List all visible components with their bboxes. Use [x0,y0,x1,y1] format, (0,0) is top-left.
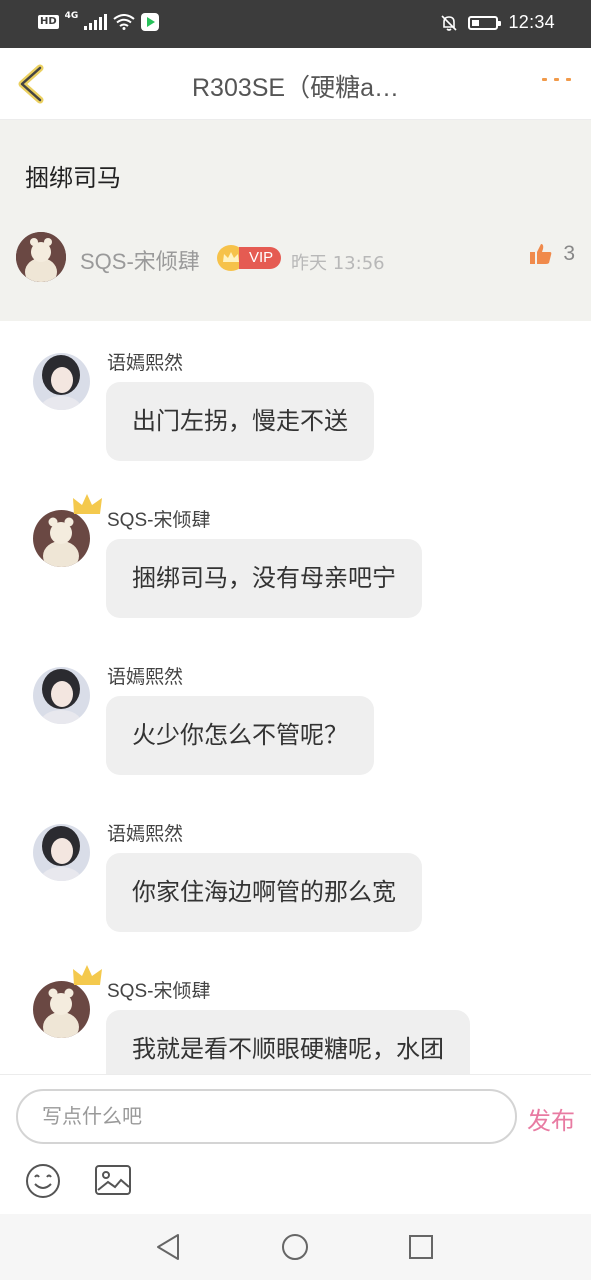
list-item: SQS-宋倾肆 捆绑司马，没有母亲吧宁 [0,478,591,618]
nav-back-icon[interactable] [152,1230,186,1264]
comment-bubble[interactable]: 出门左拐，慢走不送 [106,382,374,461]
top-nav-bar: R303SE（硬糖a… [0,48,591,120]
post-card: 捆绑司马 SQS-宋倾肆 VIP 昨天 13:56 3 [0,120,591,321]
avatar[interactable] [33,667,90,724]
avatar[interactable] [33,510,90,567]
comment-bubble[interactable]: 火少你怎么不管呢？ [106,696,374,775]
status-time: 12:34 [508,12,555,32]
post-time: 昨天 13:56 [291,253,385,274]
comment-bubble[interactable]: 你家住海边啊管的那么宽 [106,853,422,932]
status-left: HD 4G [38,11,160,31]
hd-icon: HD [38,15,59,29]
avatar[interactable] [33,353,90,410]
publish-button[interactable]: 发布 [527,1101,575,1136]
list-item: 语嫣熙然 火少你怎么不管呢？ [0,635,591,775]
comment-bubble[interactable]: 捆绑司马，没有母亲吧宁 [106,539,422,618]
avatar[interactable] [33,981,90,1038]
avatar[interactable] [16,232,66,282]
comment-input-bar: 写点什么吧 发布 [0,1074,591,1214]
like-count: 3 [563,242,575,265]
comment-author[interactable]: SQS-宋倾肆 [107,505,210,532]
like-button[interactable]: 3 [529,242,575,266]
comment-author[interactable]: SQS-宋倾肆 [107,976,210,1003]
comment-author[interactable]: 语嫣熙然 [107,819,183,846]
list-item: SQS-宋倾肆 我就是看不顺眼硬糖呢，水团 [0,949,591,1074]
crown-icon [73,494,102,514]
network-type: 4G [64,11,79,21]
comment-input[interactable]: 写点什么吧 [16,1089,517,1144]
image-icon[interactable] [95,1164,131,1196]
nav-home-icon[interactable] [278,1230,312,1264]
list-item: 语嫣熙然 你家住海边啊管的那么宽 [0,792,591,932]
bell-muted-icon [441,14,458,31]
app-icon [141,13,160,31]
list-item: 语嫣熙然 出门左拐，慢走不送 [0,321,591,461]
crown-icon [73,965,102,985]
post-text: 捆绑司马 [25,164,121,192]
battery-icon [468,15,502,30]
chevron-left-icon[interactable] [14,62,54,106]
system-nav-bar [0,1214,591,1280]
status-right: 12:34 [440,12,555,33]
page-title: R303SE（硬糖a… [191,74,400,102]
comment-author[interactable]: 语嫣熙然 [107,348,183,375]
wifi-icon [113,14,135,30]
nav-recent-icon[interactable] [404,1230,438,1264]
post-author[interactable]: SQS-宋倾肆 [80,244,200,276]
more-dots-icon[interactable] [542,78,571,81]
comment-author[interactable]: 语嫣熙然 [107,662,183,689]
comment-list: 语嫣熙然 出门左拐，慢走不送 SQS-宋倾肆 捆绑司马，没有母亲吧宁 语嫣熙然 … [0,321,591,1074]
thumbs-up-icon [530,244,552,264]
smiley-icon[interactable] [25,1163,61,1199]
signal-icon [84,14,108,30]
vip-badge: VIP [239,247,282,269]
avatar[interactable] [33,824,90,881]
comment-bubble[interactable]: 我就是看不顺眼硬糖呢，水团 [106,1010,470,1074]
status-bar: HD 4G 12:34 [0,0,591,48]
